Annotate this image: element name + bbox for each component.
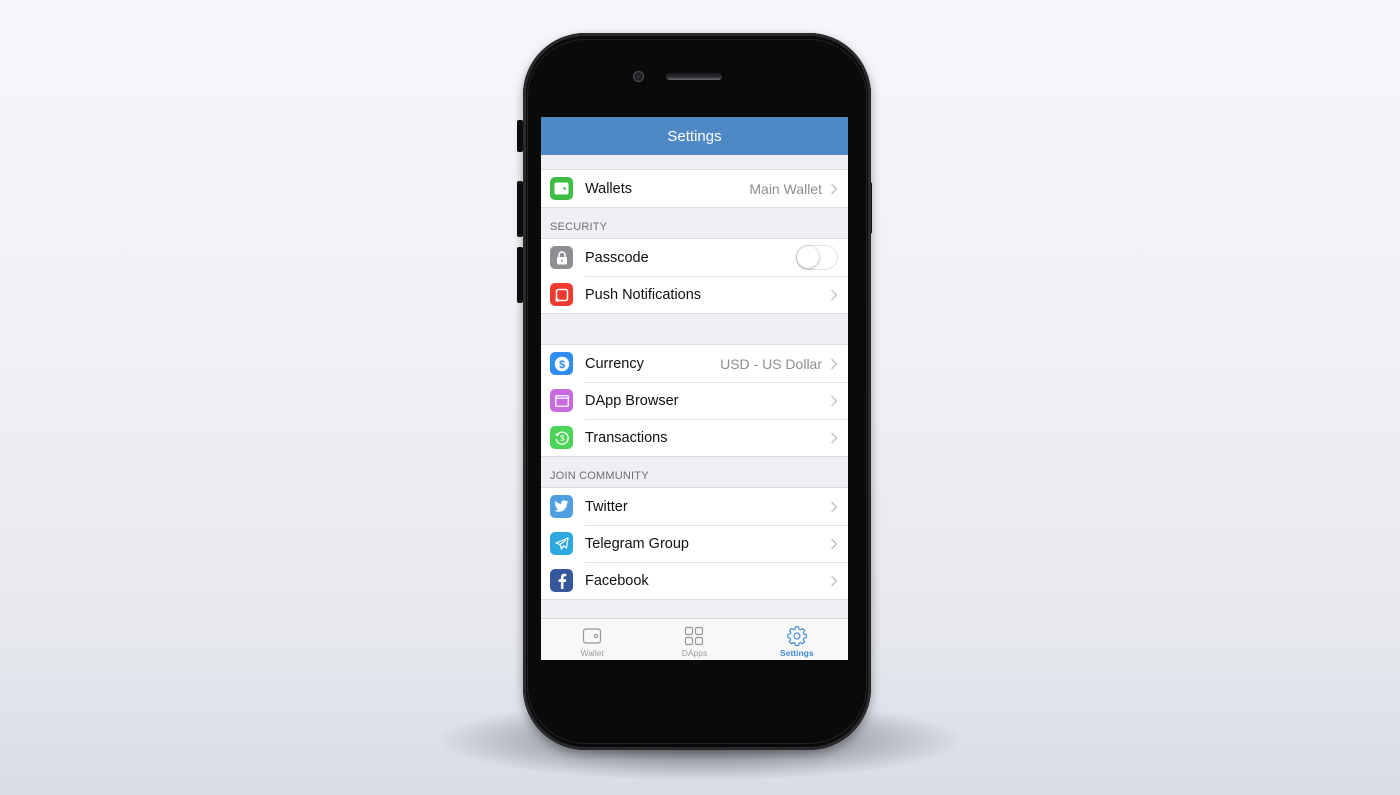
passcode-toggle[interactable]	[796, 245, 838, 270]
lock-icon	[550, 246, 573, 269]
twitter-icon	[550, 495, 573, 518]
toggle-knob	[797, 246, 819, 268]
wallet-tab-icon	[583, 628, 602, 644]
settings-row-transactions[interactable]: $ Transactions	[541, 419, 848, 456]
chevron-right-icon	[830, 357, 838, 370]
preferences-group: $ Currency USD - US Dollar DApp Browser …	[541, 344, 848, 457]
settings-row-push-notifications[interactable]: Push Notifications	[541, 276, 848, 313]
settings-row-twitter[interactable]: Twitter	[541, 488, 848, 525]
chevron-right-icon	[830, 288, 838, 301]
community-group: Twitter Telegram Group Facebook	[541, 487, 848, 600]
settings-row-dapp-browser[interactable]: DApp Browser	[541, 382, 848, 419]
wallet-icon	[550, 177, 573, 200]
grid-icon	[685, 626, 704, 646]
earpiece-speaker	[666, 73, 722, 80]
tab-label: Settings	[780, 648, 814, 658]
settings-row-passcode: Passcode	[541, 239, 848, 276]
row-label: Facebook	[585, 572, 649, 589]
settings-row-facebook[interactable]: Facebook	[541, 562, 848, 599]
chevron-right-icon	[830, 182, 838, 195]
chevron-right-icon	[830, 431, 838, 444]
facebook-icon	[550, 569, 573, 592]
tab-dapps[interactable]: DApps	[643, 619, 745, 660]
chevron-right-icon	[830, 537, 838, 550]
row-value: Main Wallet	[749, 180, 822, 197]
chevron-right-icon	[830, 500, 838, 513]
svg-text:$: $	[558, 359, 564, 371]
row-label: Passcode	[585, 249, 649, 266]
row-label: Wallets	[585, 180, 632, 197]
row-label: Push Notifications	[585, 286, 702, 303]
chevron-right-icon	[830, 394, 838, 407]
row-label: Currency	[585, 355, 644, 372]
settings-row-currency[interactable]: $ Currency USD - US Dollar	[541, 345, 848, 382]
section-header-security: SECURITY	[550, 221, 608, 233]
row-label: Twitter	[585, 498, 628, 515]
tab-label: Wallet	[580, 648, 604, 658]
svg-text:$: $	[560, 434, 565, 443]
transactions-icon: $	[550, 426, 573, 449]
section-header-join-community: JOIN COMMUNITY	[550, 470, 649, 482]
row-value: USD - US Dollar	[720, 355, 822, 372]
settings-row-wallets[interactable]: Wallets Main Wallet	[541, 170, 848, 207]
dollar-icon: $	[550, 352, 573, 375]
chevron-right-icon	[830, 574, 838, 587]
page-title: Settings	[667, 127, 722, 145]
tab-label: DApps	[681, 648, 708, 658]
phone-screen: Settings Wallets Main Wallet SECURITY Pa…	[541, 117, 848, 660]
wallets-group: Wallets Main Wallet	[541, 169, 848, 208]
security-group: Passcode Push Notifications	[541, 238, 848, 314]
tab-wallet[interactable]: Wallet	[541, 619, 643, 660]
browser-icon	[550, 389, 573, 412]
row-label: Transactions	[585, 429, 668, 446]
row-label: Telegram Group	[585, 535, 689, 552]
gear-icon	[787, 626, 807, 647]
row-label: DApp Browser	[585, 392, 679, 409]
nav-bar: Settings	[541, 117, 848, 155]
tab-settings[interactable]: Settings	[746, 619, 848, 660]
notification-icon	[550, 283, 573, 306]
tab-bar: Wallet DApps Settings	[541, 618, 848, 660]
front-camera	[633, 71, 644, 82]
settings-row-telegram[interactable]: Telegram Group	[541, 525, 848, 562]
telegram-icon	[550, 532, 573, 555]
